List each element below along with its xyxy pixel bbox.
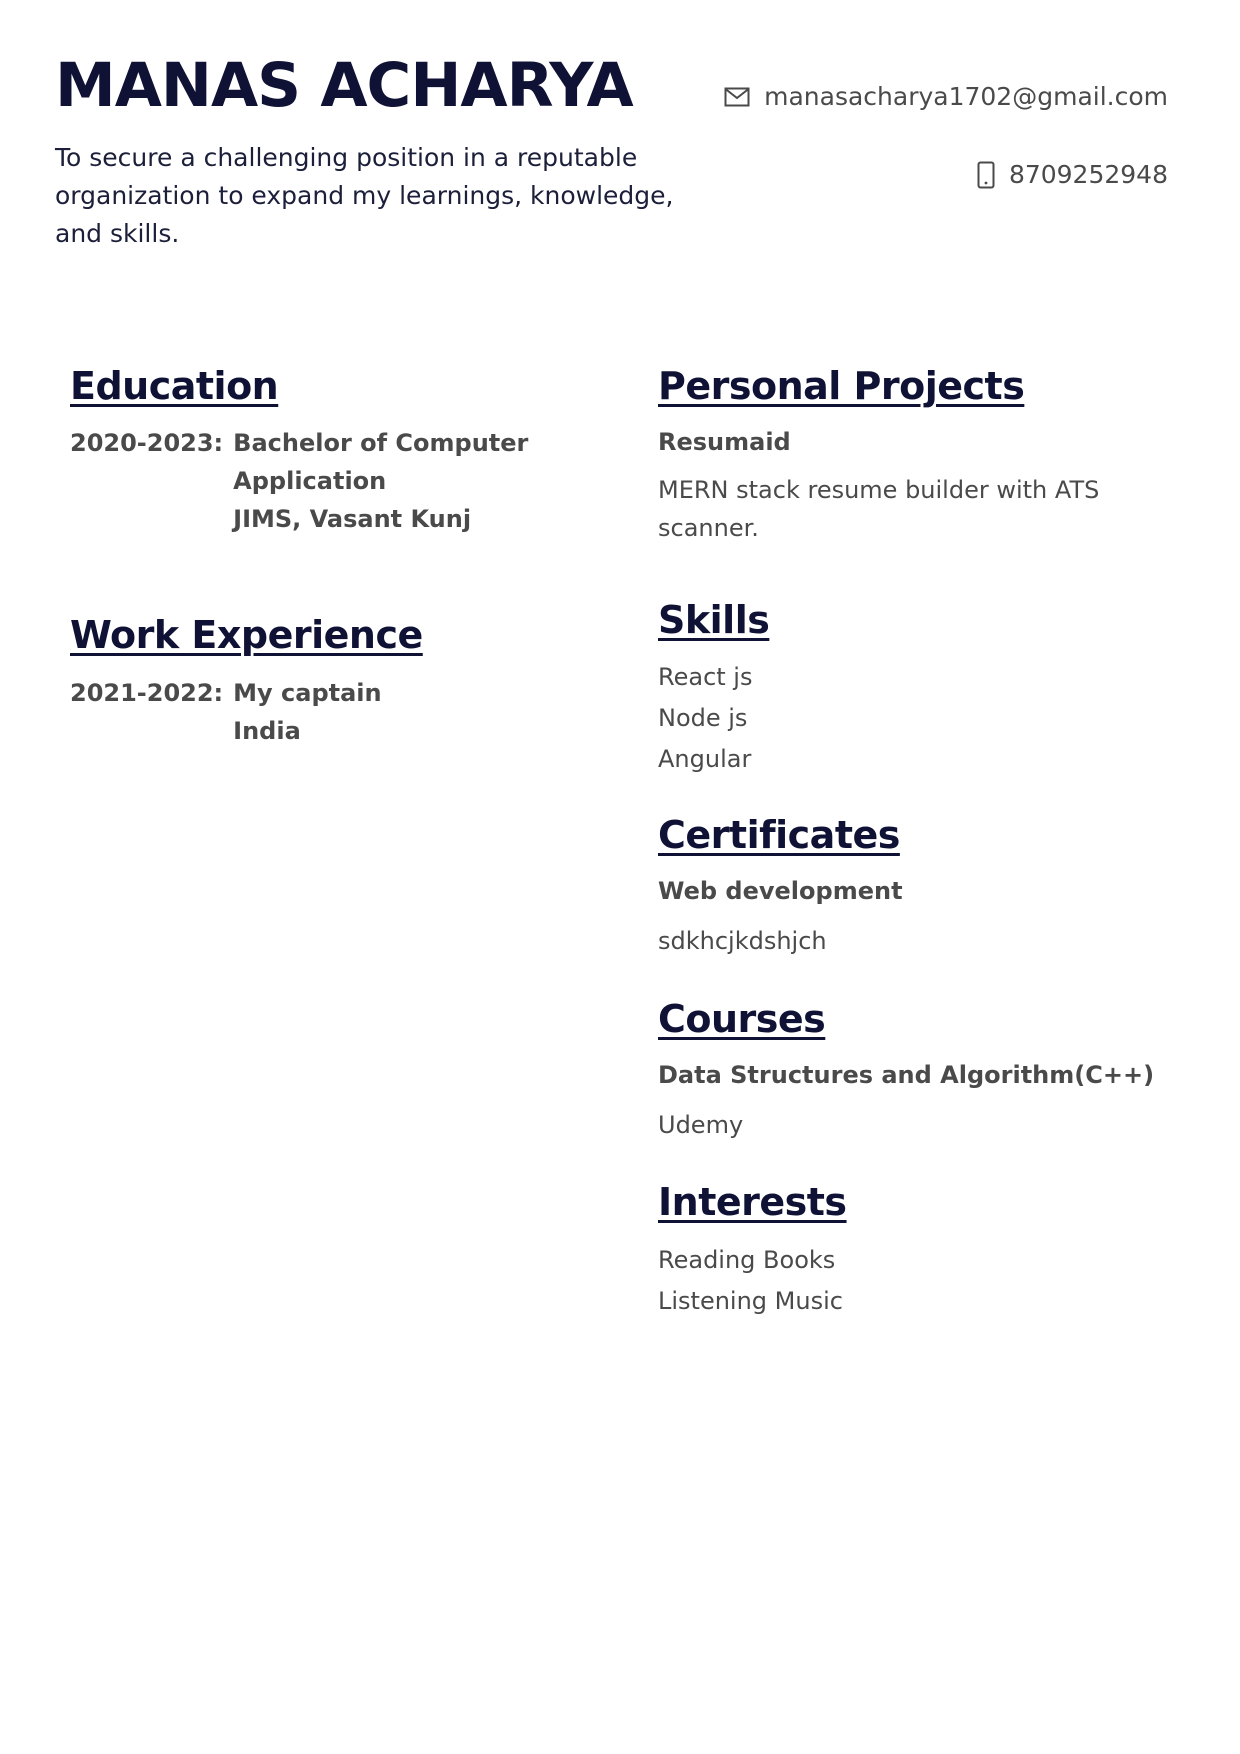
work-details: My captain India (233, 674, 381, 750)
interests-heading: Interests (658, 1180, 847, 1224)
education-details: Bachelor of Computer Application JIMS, V… (233, 424, 528, 538)
skill-item: React js (658, 663, 753, 691)
skills-list: React js Node js Angular (658, 657, 752, 780)
email-address: manasacharya1702@gmail.com (764, 82, 1168, 111)
project-title: Resumaid (658, 428, 791, 456)
interest-item: Listening Music (658, 1287, 843, 1315)
course-title: Data Structures and Algorithm(C++) (658, 1061, 1155, 1089)
project-description: MERN stack resume builder with ATS scann… (658, 476, 1100, 542)
mail-icon (724, 86, 750, 108)
phone-contact: 8709252948 (977, 160, 1168, 189)
skill-item: Angular (658, 745, 752, 773)
skill-item: Node js (658, 704, 748, 732)
education-degree-line-2: Application (233, 467, 387, 495)
courses-heading: Courses (658, 997, 826, 1041)
certificate-title: Web development (658, 877, 903, 905)
personal-projects-heading: Personal Projects (658, 364, 1025, 408)
certificates-heading: Certificates (658, 813, 900, 857)
interests-list: Reading Books Listening Music (658, 1240, 843, 1322)
work-company: My captain (233, 679, 382, 707)
course-provider: Udemy (658, 1111, 744, 1139)
certificate-detail: sdkhcjkdshjch (658, 927, 827, 955)
email-contact: manasacharya1702@gmail.com (724, 82, 1168, 111)
education-date: 2020-2023: (70, 429, 224, 457)
work-date: 2021-2022: (70, 679, 224, 707)
education-heading: Education (70, 364, 279, 408)
interest-item: Reading Books (658, 1246, 836, 1274)
education-degree-line-1: Bachelor of Computer (233, 429, 529, 457)
work-entry: 2021-2022: My captain India (70, 674, 382, 750)
skills-heading: Skills (658, 598, 770, 642)
phone-number: 8709252948 (1008, 160, 1168, 189)
mobile-phone-icon (977, 161, 995, 189)
education-institution: JIMS, Vasant Kunj (233, 505, 472, 533)
education-entry: 2020-2023: Bachelor of Computer Applicat… (70, 424, 528, 538)
career-objective: To secure a challenging position in a re… (55, 143, 674, 248)
work-experience-heading: Work Experience (70, 613, 423, 657)
work-location: India (233, 717, 301, 745)
candidate-name: MANAS ACHARYA (55, 50, 634, 121)
